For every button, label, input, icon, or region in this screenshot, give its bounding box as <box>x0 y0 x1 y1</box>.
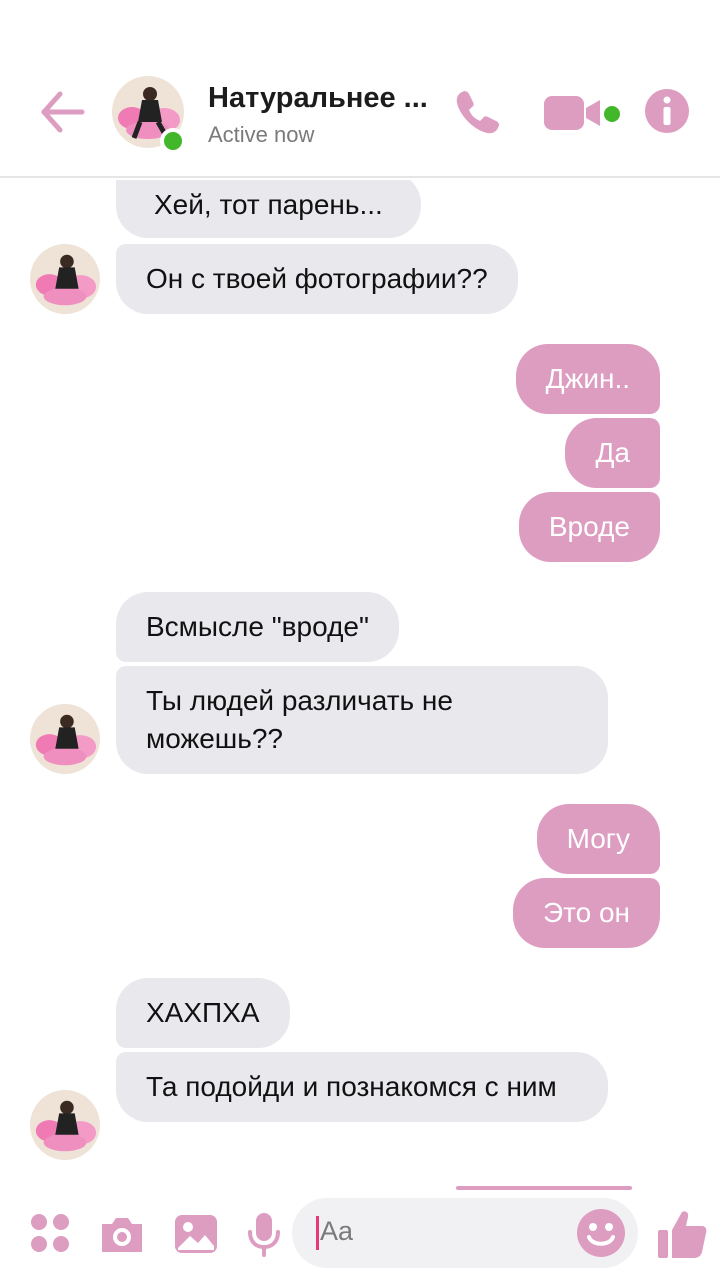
camera-icon[interactable] <box>98 1210 146 1258</box>
message-input-placeholder: Aa <box>320 1216 354 1246</box>
message-bubble-outgoing[interactable]: Вроде <box>518 492 660 562</box>
info-icon[interactable] <box>644 88 690 134</box>
contact-avatar-small <box>30 704 100 774</box>
message-bubble-outgoing[interactable]: Да <box>565 418 660 488</box>
chat-header: Натуральнее ... Active now <box>0 0 720 178</box>
active-status: Active now <box>208 122 315 147</box>
back-arrow-icon[interactable] <box>38 88 86 136</box>
contact-name[interactable]: Натуральнее ... <box>208 82 428 115</box>
message-bubble-outgoing[interactable]: Это он <box>512 878 660 948</box>
message-bubble-outgoing[interactable]: Джин.. <box>515 344 660 414</box>
message-bubble-incoming[interactable]: Он с твоей фотографии?? <box>116 244 518 314</box>
thumbs-up-icon[interactable] <box>656 1208 708 1260</box>
message-composer: Aa <box>0 1190 720 1280</box>
contact-avatar-small <box>30 244 100 314</box>
online-status-dot <box>160 128 186 154</box>
microphone-icon[interactable] <box>240 1210 288 1258</box>
image-icon[interactable] <box>172 1210 220 1258</box>
message-bubble-incoming[interactable]: ХАХПХА <box>116 978 290 1048</box>
message-bubble-outgoing[interactable]: Могу <box>536 804 660 874</box>
contact-avatar-small <box>30 1090 100 1160</box>
video-camera-icon[interactable] <box>544 94 604 132</box>
message-bubble-incoming[interactable]: Хей, тот парень... <box>116 180 421 238</box>
message-input[interactable]: Aa <box>292 1198 638 1268</box>
video-online-dot <box>604 106 620 122</box>
message-bubble-incoming[interactable]: Всмысле "вроде" <box>116 592 399 662</box>
apps-icon[interactable] <box>28 1210 76 1258</box>
message-bubble-incoming[interactable]: Ты людей различать не можешь?? <box>116 666 608 774</box>
emoji-icon[interactable] <box>576 1208 626 1258</box>
message-bubble-incoming[interactable]: Та подойди и познакомся с ним <box>116 1052 608 1122</box>
text-caret <box>316 1216 319 1250</box>
message-list[interactable]: Хей, тот парень... Он с твоей фотографии… <box>0 180 720 1190</box>
phone-icon[interactable] <box>452 88 502 138</box>
